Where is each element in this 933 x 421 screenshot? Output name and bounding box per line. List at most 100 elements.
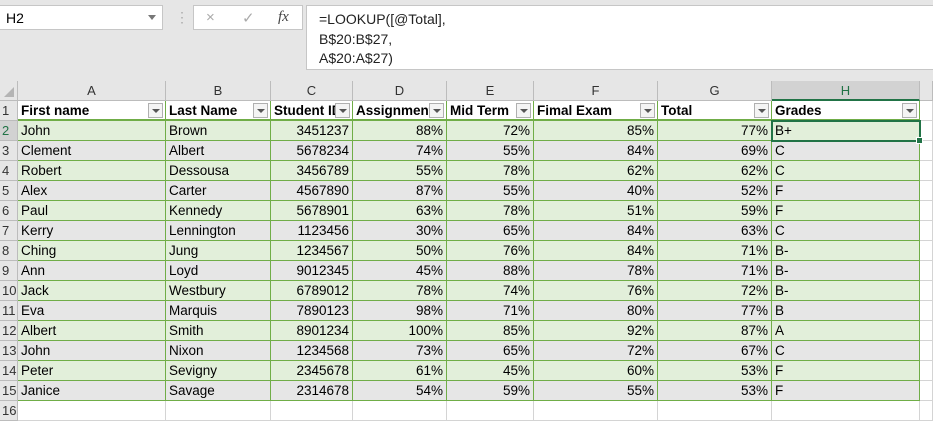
table-cell[interactable]: 45%	[447, 361, 534, 381]
table-cell[interactable]: 55%	[353, 161, 447, 181]
empty-cell[interactable]	[920, 181, 933, 201]
table-cell[interactable]: Ann	[18, 261, 166, 281]
empty-cell[interactable]	[920, 201, 933, 221]
column-header-b[interactable]: B	[166, 81, 271, 101]
table-cell[interactable]: Ching	[18, 241, 166, 261]
table-cell[interactable]: Kerry	[18, 221, 166, 241]
table-cell[interactable]: 72%	[447, 121, 534, 141]
table-cell[interactable]: 72%	[658, 281, 772, 301]
row-header-1[interactable]: 1	[0, 101, 18, 121]
select-all-button[interactable]	[0, 81, 18, 101]
table-cell[interactable]: C	[772, 221, 920, 241]
table-cell[interactable]: 80%	[534, 301, 658, 321]
column-header-f[interactable]: F	[534, 81, 658, 101]
table-cell[interactable]: Albert	[166, 141, 271, 161]
table-cell[interactable]: Clement	[18, 141, 166, 161]
table-cell[interactable]: 8901234	[271, 321, 353, 341]
table-cell[interactable]: 59%	[447, 381, 534, 401]
table-cell[interactable]: 59%	[658, 201, 772, 221]
row-header-2[interactable]: 2	[0, 121, 18, 141]
enter-check-icon[interactable]: ✓	[242, 9, 255, 27]
table-header-cell[interactable]: Assignment	[353, 101, 447, 121]
filter-dropdown-icon[interactable]	[335, 103, 350, 118]
table-cell[interactable]: 62%	[658, 161, 772, 181]
table-cell[interactable]: 30%	[353, 221, 447, 241]
table-cell[interactable]: 76%	[534, 281, 658, 301]
empty-cell[interactable]	[920, 381, 933, 401]
table-cell[interactable]: 78%	[534, 261, 658, 281]
table-cell[interactable]: F	[772, 181, 920, 201]
table-cell[interactable]: Loyd	[166, 261, 271, 281]
chevron-down-icon[interactable]	[148, 15, 156, 20]
row-header-15[interactable]: 15	[0, 381, 18, 401]
table-cell[interactable]: Nixon	[166, 341, 271, 361]
table-cell[interactable]: 1123456	[271, 221, 353, 241]
table-header-cell[interactable]: Total	[658, 101, 772, 121]
filter-dropdown-icon[interactable]	[754, 103, 769, 118]
table-cell[interactable]: Smith	[166, 321, 271, 341]
table-cell[interactable]: Savage	[166, 381, 271, 401]
filter-dropdown-icon[interactable]	[516, 103, 531, 118]
table-cell[interactable]: Marquis	[166, 301, 271, 321]
row-header-4[interactable]: 4	[0, 161, 18, 181]
table-cell[interactable]: 53%	[658, 361, 772, 381]
table-cell[interactable]: 84%	[534, 221, 658, 241]
table-cell[interactable]: F	[772, 201, 920, 221]
empty-cell[interactable]	[534, 401, 658, 421]
table-cell[interactable]: F	[772, 361, 920, 381]
table-cell[interactable]: 84%	[534, 241, 658, 261]
table-header-cell[interactable]: Last Name	[166, 101, 271, 121]
table-cell[interactable]: 5678234	[271, 141, 353, 161]
table-cell[interactable]: Eva	[18, 301, 166, 321]
table-cell[interactable]: 45%	[353, 261, 447, 281]
table-cell[interactable]: 6789012	[271, 281, 353, 301]
empty-cell[interactable]	[18, 401, 166, 421]
table-cell[interactable]: 52%	[658, 181, 772, 201]
table-cell[interactable]: Paul	[18, 201, 166, 221]
filter-dropdown-icon[interactable]	[253, 103, 268, 118]
name-box[interactable]: H2	[0, 5, 163, 30]
table-cell[interactable]: 74%	[353, 141, 447, 161]
table-cell[interactable]: 55%	[447, 181, 534, 201]
table-cell[interactable]: 50%	[353, 241, 447, 261]
table-cell[interactable]: 2314678	[271, 381, 353, 401]
table-cell[interactable]: 3456789	[271, 161, 353, 181]
empty-cell[interactable]	[658, 401, 772, 421]
table-cell[interactable]: 73%	[353, 341, 447, 361]
table-cell[interactable]: Westbury	[166, 281, 271, 301]
table-header-cell[interactable]: First name	[18, 101, 166, 121]
table-cell[interactable]: 77%	[658, 121, 772, 141]
filter-dropdown-icon[interactable]	[640, 103, 655, 118]
filter-dropdown-icon[interactable]	[148, 103, 163, 118]
table-cell[interactable]: 85%	[447, 321, 534, 341]
table-cell[interactable]: Sevigny	[166, 361, 271, 381]
table-cell[interactable]: Janice	[18, 381, 166, 401]
table-cell[interactable]: Robert	[18, 161, 166, 181]
table-cell[interactable]: Kennedy	[166, 201, 271, 221]
table-cell[interactable]: A	[772, 321, 920, 341]
table-cell[interactable]: 51%	[534, 201, 658, 221]
empty-cell[interactable]	[920, 261, 933, 281]
cancel-icon[interactable]: ×	[206, 9, 215, 26]
table-cell[interactable]: B-	[772, 261, 920, 281]
table-cell[interactable]: C	[772, 341, 920, 361]
table-cell[interactable]: 87%	[353, 181, 447, 201]
table-cell[interactable]: Alex	[18, 181, 166, 201]
empty-cell[interactable]	[920, 281, 933, 301]
table-cell[interactable]: 85%	[534, 121, 658, 141]
table-cell[interactable]: 55%	[534, 381, 658, 401]
table-cell[interactable]: John	[18, 121, 166, 141]
table-cell[interactable]: 4567890	[271, 181, 353, 201]
row-header-12[interactable]: 12	[0, 321, 18, 341]
table-cell[interactable]: 65%	[447, 341, 534, 361]
empty-cell[interactable]	[271, 401, 353, 421]
table-cell[interactable]: 3451237	[271, 121, 353, 141]
empty-cell[interactable]	[920, 221, 933, 241]
empty-cell[interactable]	[920, 301, 933, 321]
table-cell[interactable]: 78%	[447, 201, 534, 221]
empty-cell[interactable]	[920, 401, 933, 421]
empty-cell[interactable]	[920, 101, 933, 121]
row-header-3[interactable]: 3	[0, 141, 18, 161]
table-cell[interactable]: 40%	[534, 181, 658, 201]
table-cell[interactable]: 60%	[534, 361, 658, 381]
